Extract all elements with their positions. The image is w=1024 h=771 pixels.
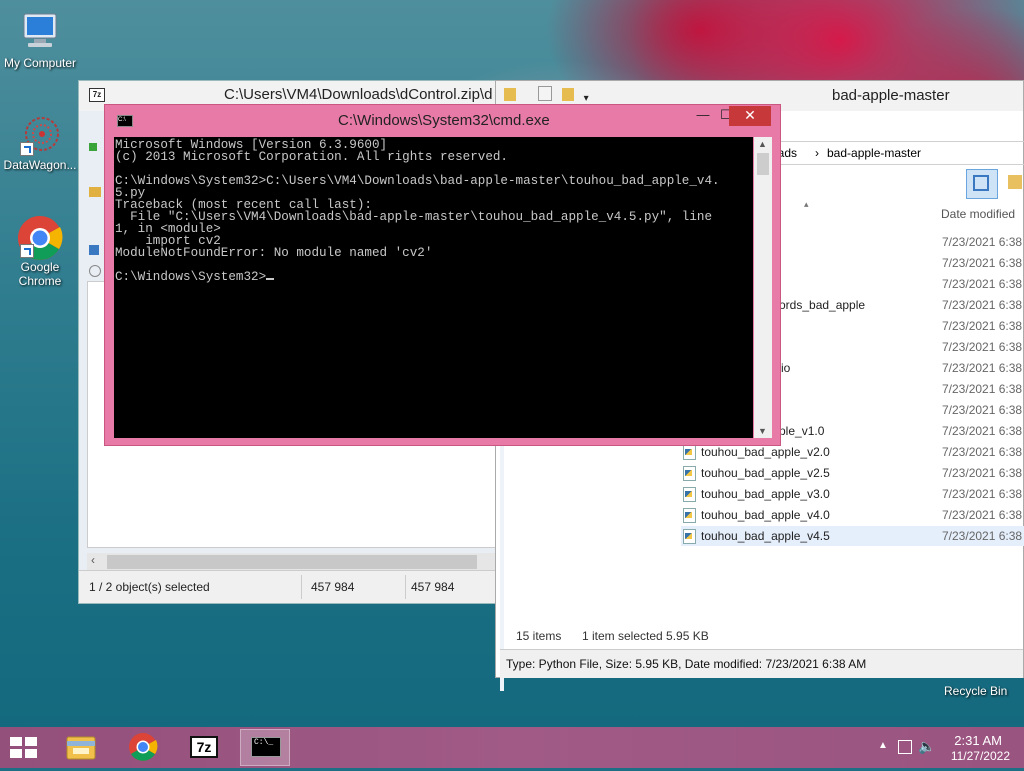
quick-access-toolbar: ▾ xyxy=(504,86,589,104)
folder-icon[interactable] xyxy=(1008,175,1022,189)
chrome-icon xyxy=(129,733,158,761)
console-output: Microsoft Windows [Version 6.3.9600] (c)… xyxy=(115,138,720,284)
7zip-status-bar: 1 / 2 object(s) selected 457 984 457 984 xyxy=(79,570,517,603)
clock-date[interactable]: 11/27/2022 xyxy=(951,749,1010,763)
taskbar-google-chrome[interactable] xyxy=(118,729,168,766)
file-row-selected[interactable]: touhou_bad_apple_v4.5 7/23/2021 6:38 A xyxy=(681,526,1024,546)
selection-info: 1 item selected 5.95 KB xyxy=(582,629,709,643)
system-tray: ▲ 🔈 2:31 AM 11/27/2022 xyxy=(864,727,1024,768)
7zip-window-title: C:\Users\VM4\Downloads\dControl.zip\d xyxy=(224,86,493,103)
7zip-icon: 7z xyxy=(190,736,218,758)
settings-gear-icon xyxy=(89,265,101,277)
file-row[interactable]: touhou_bad_apple_v2.5 7/23/2021 6:38 A xyxy=(681,463,1024,483)
status-divider xyxy=(301,575,302,599)
console-output-area[interactable]: Microsoft Windows [Version 6.3.9600] (c)… xyxy=(114,137,753,438)
status-divider xyxy=(405,575,406,599)
explorer-window-title: bad-apple-master xyxy=(832,87,950,104)
desktop: My Computer DataWagon... Google Chrome R… xyxy=(0,0,1024,727)
cmd-window-title: C:\Windows\System32\cmd.exe xyxy=(338,112,550,129)
cmd-app-icon: C:\ xyxy=(117,115,133,127)
cmd-title-bar[interactable]: C:\ C:\Windows\System32\cmd.exe — ☐ ✕ xyxy=(105,105,780,135)
file-details: Type: Python File, Size: 5.95 KB, Date m… xyxy=(506,657,867,671)
start-button[interactable] xyxy=(10,737,38,759)
desktop-icon-label: Google Chrome xyxy=(18,260,62,288)
scroll-left-icon[interactable]: ‹ xyxy=(91,553,95,567)
details-pane-icon xyxy=(973,175,989,191)
file-row[interactable]: touhou_bad_apple_v4.0 7/23/2021 6:38 A xyxy=(681,505,1024,525)
chrome-icon xyxy=(18,214,63,260)
item-count: 15 items xyxy=(516,629,562,643)
packed-size-value: 457 984 xyxy=(411,580,455,594)
close-button[interactable]: ✕ xyxy=(729,106,771,126)
computer-icon xyxy=(18,10,62,54)
address-bar[interactable]: oads › bad-apple-master xyxy=(766,141,1024,165)
desktop-icon-my-computer[interactable]: My Computer xyxy=(0,10,80,70)
7zip-app-icon: 7z xyxy=(89,88,105,102)
breadcrumb-separator-icon: › xyxy=(815,146,819,160)
cmd-vertical-scrollbar[interactable]: ▲ ▼ xyxy=(754,137,772,438)
scrollbar-thumb[interactable] xyxy=(107,555,477,569)
address-crumb-current[interactable]: bad-apple-master xyxy=(827,146,921,160)
7zip-toolbar-strip xyxy=(87,111,105,277)
scrollbar-thumb[interactable] xyxy=(757,153,769,175)
console-text: Microsoft Windows [Version 6.3.9600] (c)… xyxy=(115,138,720,284)
cmd-icon: C:\_ xyxy=(251,737,281,757)
taskbar: 7z C:\_ ▲ 🔈 2:31 AM 11/27/2022 xyxy=(0,727,1024,768)
volume-icon[interactable]: 🔈 xyxy=(918,738,935,755)
folder-up-icon[interactable] xyxy=(89,187,101,197)
python-file-icon xyxy=(683,466,696,481)
file-row-icon xyxy=(89,245,99,255)
date-modified-column-header[interactable]: Date modified xyxy=(941,207,1015,221)
datawagon-icon xyxy=(18,112,62,156)
taskbar-7zip[interactable]: 7z xyxy=(180,729,230,766)
details-view-button[interactable] xyxy=(966,169,998,199)
show-hidden-icons-chevron-icon[interactable]: ▲ xyxy=(878,740,888,751)
sort-up-icon: ▴ xyxy=(804,199,809,209)
taskbar-command-prompt[interactable]: C:\_ xyxy=(240,729,290,766)
add-icon[interactable] xyxy=(89,143,97,151)
size-value: 457 984 xyxy=(311,580,355,594)
clock-time[interactable]: 2:31 AM xyxy=(954,733,1002,748)
desktop-icon-datawagon[interactable]: DataWagon... xyxy=(0,112,80,172)
desktop-icon-google-chrome[interactable]: Google Chrome xyxy=(0,214,80,288)
desktop-icon-recycle-bin[interactable]: Recycle Bin xyxy=(944,684,1007,698)
python-file-icon xyxy=(683,508,696,523)
scroll-up-icon[interactable]: ▲ xyxy=(758,139,767,149)
folder-icon[interactable] xyxy=(504,88,516,101)
scroll-down-icon[interactable]: ▼ xyxy=(758,426,767,436)
network-icon[interactable] xyxy=(898,740,912,754)
selection-count: 1 / 2 object(s) selected xyxy=(89,580,210,594)
file-row[interactable]: touhou_bad_apple_v3.0 7/23/2021 6:38 A xyxy=(681,484,1024,504)
python-file-icon xyxy=(683,487,696,502)
text-cursor xyxy=(266,278,275,280)
properties-icon[interactable] xyxy=(537,86,552,101)
taskbar-file-explorer[interactable] xyxy=(56,729,106,766)
file-explorer-icon xyxy=(66,736,96,760)
customize-toolbar-chevron-icon[interactable]: ▾ xyxy=(584,93,589,104)
cmd-window: C:\ C:\Windows\System32\cmd.exe — ☐ ✕ Mi… xyxy=(104,104,781,446)
7zip-horizontal-scrollbar[interactable]: ‹ xyxy=(87,553,497,571)
desktop-icon-label: DataWagon... xyxy=(3,158,77,172)
python-file-icon xyxy=(683,529,696,544)
shortcut-arrow-icon xyxy=(20,244,34,258)
new-folder-icon[interactable] xyxy=(561,88,574,101)
details-bar: Type: Python File, Size: 5.95 KB, Date m… xyxy=(500,649,1023,678)
shortcut-arrow-icon xyxy=(20,142,34,156)
python-file-icon xyxy=(683,445,696,460)
desktop-icon-label: My Computer xyxy=(3,56,77,70)
